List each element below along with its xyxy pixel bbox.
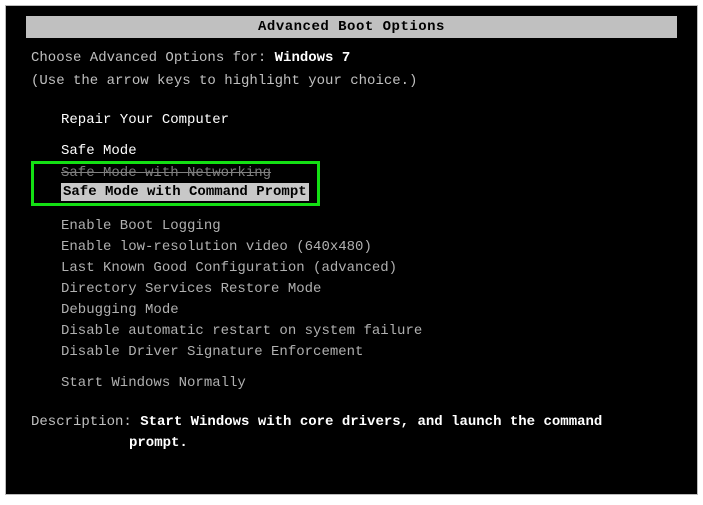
instruction-prefix: Choose Advanced Options for: bbox=[31, 50, 275, 66]
option-debugging[interactable]: Debugging Mode bbox=[61, 300, 672, 321]
option-dsrm[interactable]: Directory Services Restore Mode bbox=[61, 279, 672, 300]
description-block: Description: Start Windows with core dri… bbox=[31, 412, 672, 454]
option-repair[interactable]: Repair Your Computer bbox=[61, 110, 672, 131]
description-text-line1: Start Windows with core drivers, and lau… bbox=[140, 414, 602, 430]
instruction-line-2: (Use the arrow keys to highlight your ch… bbox=[31, 71, 672, 92]
os-name: Windows 7 bbox=[275, 50, 351, 66]
highlight-annotation: Safe Mode with Networking Safe Mode with… bbox=[31, 161, 320, 206]
instruction-line-1: Choose Advanced Options for: Windows 7 bbox=[31, 48, 672, 69]
options-list: Repair Your Computer Safe Mode Safe Mode… bbox=[61, 110, 672, 394]
content-area: Choose Advanced Options for: Windows 7 (… bbox=[6, 38, 697, 464]
option-start-normally[interactable]: Start Windows Normally bbox=[61, 373, 672, 394]
description-text-line2: prompt. bbox=[129, 433, 672, 454]
option-safe-mode[interactable]: Safe Mode bbox=[61, 141, 672, 162]
option-no-sig-enforce[interactable]: Disable Driver Signature Enforcement bbox=[61, 342, 672, 363]
option-low-res[interactable]: Enable low-resolution video (640x480) bbox=[61, 237, 672, 258]
option-safe-mode-cmd-selected[interactable]: Safe Mode with Command Prompt bbox=[61, 183, 309, 201]
boot-screen: Advanced Boot Options Choose Advanced Op… bbox=[5, 5, 698, 495]
option-no-auto-restart[interactable]: Disable automatic restart on system fail… bbox=[61, 321, 672, 342]
option-boot-logging[interactable]: Enable Boot Logging bbox=[61, 216, 672, 237]
title-bar: Advanced Boot Options bbox=[26, 16, 677, 38]
option-safe-mode-networking[interactable]: Safe Mode with Networking bbox=[61, 164, 309, 182]
option-last-known[interactable]: Last Known Good Configuration (advanced) bbox=[61, 258, 672, 279]
description-label: Description: bbox=[31, 414, 140, 430]
